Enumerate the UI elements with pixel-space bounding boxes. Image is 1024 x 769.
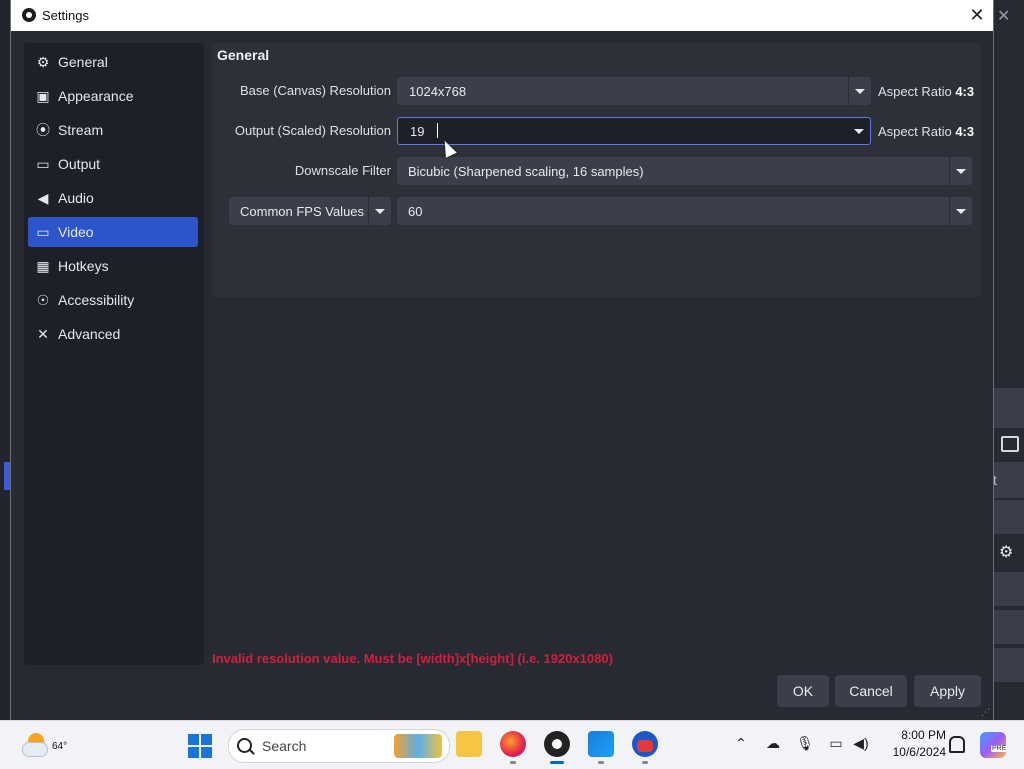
search-icon <box>237 738 252 753</box>
palette-icon: ▣ <box>36 88 50 104</box>
background-gear-icon: ⚙ <box>999 544 1014 561</box>
sidebar-item-advanced[interactable]: ✕ Advanced <box>28 319 198 349</box>
accessibility-icon: ☉ <box>36 292 50 308</box>
speaker-icon: ◀ <box>37 190 49 206</box>
code-editor-icon[interactable] <box>588 731 614 764</box>
sidebar-item-label: General <box>58 54 108 70</box>
antenna-icon: ⦿ <box>36 122 50 138</box>
taskbar-search[interactable]: Search <box>228 729 450 763</box>
microphone-icon[interactable]: 🎙 <box>795 735 815 752</box>
sidebar-item-stream[interactable]: ⦿ Stream <box>28 115 198 145</box>
window-title: Settings <box>42 8 89 23</box>
clock-time: 8:00 PM <box>901 728 946 742</box>
chevron-down-icon[interactable] <box>368 197 391 225</box>
sidebar-item-audio[interactable]: ◀ Audio <box>28 183 198 213</box>
sidebar-item-label: Video <box>58 224 94 240</box>
sidebar-item-accessibility[interactable]: ☉ Accessibility <box>28 285 198 315</box>
output-aspect-ratio: Aspect Ratio 4:3 <box>878 124 975 139</box>
base-aspect-ratio: Aspect Ratio 4:3 <box>878 84 975 99</box>
weather-temperature: 64° <box>52 741 68 752</box>
background-text-fragment: t <box>993 472 997 488</box>
notification-bell-icon[interactable] <box>949 736 965 753</box>
fps-type-value: Common FPS Values <box>240 204 365 219</box>
keyboard-icon: ▦ <box>36 258 50 274</box>
sidebar-item-general[interactable]: ⚙ General <box>28 47 198 77</box>
apply-button[interactable]: Apply <box>914 675 981 707</box>
clock-date: 10/6/2024 <box>892 745 946 759</box>
search-placeholder: Search <box>262 738 307 754</box>
windows-start-icon[interactable] <box>188 734 212 758</box>
background-close-icon: ✕ <box>997 8 1011 25</box>
downscale-filter-label: Downscale Filter <box>294 163 391 178</box>
downscale-filter-value: Bicubic (Sharpened scaling, 16 samples) <box>408 164 644 179</box>
copilot-icon[interactable]: PRE <box>980 732 1008 758</box>
sidebar-item-label: Hotkeys <box>58 258 109 274</box>
sidebar-item-label: Appearance <box>58 88 134 104</box>
close-icon[interactable]: ✕ <box>961 2 993 29</box>
chevron-down-icon[interactable] <box>949 157 972 185</box>
chevron-down-icon[interactable] <box>848 117 870 145</box>
sidebar-item-label: Stream <box>58 122 104 138</box>
settings-sidebar: ⚙ General ▣ Appearance ⦿ Stream ▭ Output… <box>24 43 204 665</box>
gear-icon: ⚙ <box>36 54 50 70</box>
background-left-edge <box>0 0 11 720</box>
resize-grip-icon[interactable]: ⋰ <box>981 707 991 717</box>
error-message: Invalid resolution value. Must be [width… <box>212 651 613 666</box>
volume-icon[interactable]: ◀) <box>851 735 871 752</box>
weather-cloud-icon <box>22 742 48 757</box>
sidebar-item-video[interactable]: ▭ Video <box>28 217 198 247</box>
base-resolution-label: Base (Canvas) Resolution <box>239 83 391 98</box>
ok-button[interactable]: OK <box>777 675 829 707</box>
fps-value: 60 <box>408 204 423 219</box>
sidebar-item-output[interactable]: ▭ Output <box>28 149 198 179</box>
background-window-icon <box>1001 436 1019 452</box>
system-clock[interactable]: 8:00 PM 10/6/2024 <box>880 727 946 761</box>
fps-type-combo[interactable]: Common FPS Values <box>229 197 391 225</box>
monitor-icon: ▭ <box>36 224 50 240</box>
chevron-up-icon[interactable]: ⌃ <box>731 735 751 752</box>
firefox-icon[interactable] <box>500 731 526 764</box>
base-resolution-value: 1024x768 <box>409 84 467 99</box>
audio-app-icon[interactable] <box>632 731 658 764</box>
output-resolution-label: Output (Scaled) Resolution <box>234 123 391 138</box>
file-explorer-icon[interactable] <box>456 731 482 757</box>
sidebar-item-label: Accessibility <box>58 292 135 308</box>
downscale-filter-combo[interactable]: Bicubic (Sharpened scaling, 16 samples) <box>397 157 972 185</box>
group-title: General <box>217 47 270 63</box>
fps-value-combo[interactable]: 60 <box>397 197 972 225</box>
sidebar-item-label: Audio <box>58 190 94 206</box>
tools-icon: ✕ <box>37 326 49 342</box>
text-caret <box>437 123 438 138</box>
network-icon[interactable]: ▭ <box>826 735 846 752</box>
sidebar-item-label: Output <box>58 156 101 172</box>
weather-widget[interactable]: 64° <box>20 733 67 757</box>
obs-logo-icon <box>22 8 36 22</box>
cloud-sync-icon[interactable]: ☁ <box>763 735 783 752</box>
base-resolution-combo[interactable]: 1024x768 <box>397 77 871 105</box>
chevron-down-icon[interactable] <box>949 197 972 225</box>
sidebar-item-label: Advanced <box>58 326 121 342</box>
sidebar-item-appearance[interactable]: ▣ Appearance <box>28 81 198 111</box>
output-resolution-combo[interactable]: 19 <box>397 117 871 145</box>
search-highlight-image <box>394 734 442 758</box>
settings-dialog: Settings ✕ ⚙ General ▣ Appearance ⦿ Stre… <box>11 0 993 720</box>
title-bar: Settings ✕ <box>11 0 993 31</box>
chevron-down-icon[interactable] <box>848 77 871 105</box>
output-icon: ▭ <box>36 156 50 172</box>
copilot-badge: PRE <box>991 745 1008 752</box>
sidebar-item-hotkeys[interactable]: ▦ Hotkeys <box>28 251 198 281</box>
output-resolution-value[interactable]: 19 <box>410 124 424 139</box>
taskbar: 64° Search ⌃ ☁ 🎙 ▭ ◀) 8:00 PM 10/6/2024 … <box>0 720 1024 769</box>
obs-studio-icon[interactable] <box>544 731 570 764</box>
cancel-button[interactable]: Cancel <box>835 675 907 707</box>
background-right-edge: ✕ t ⚙ <box>993 0 1024 720</box>
